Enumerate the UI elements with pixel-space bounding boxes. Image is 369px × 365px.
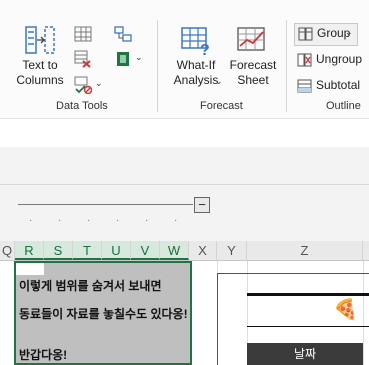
subtotal-button[interactable]: Subtotal [294, 76, 369, 96]
column-header-s[interactable]: S [44, 241, 73, 260]
svg-text:?: ? [200, 42, 210, 56]
text-to-columns-icon [25, 26, 55, 54]
ungroup-button[interactable]: Ungroup [294, 50, 369, 70]
column-header-q[interactable]: Q [0, 241, 15, 260]
ungroup-icon [297, 53, 312, 67]
column-header-r[interactable]: R [15, 241, 44, 260]
what-if-analysis-button[interactable]: ? What-If Analysis ⌄ [166, 24, 226, 96]
column-header-t[interactable]: T [73, 241, 102, 260]
subtotal-icon [297, 79, 312, 93]
data-validation-icon[interactable] [74, 76, 92, 94]
data-model-icon[interactable] [114, 50, 132, 68]
group-icon [298, 27, 313, 41]
column-header-w[interactable]: W [160, 241, 189, 260]
outline-dot: · [174, 215, 178, 226]
outline-bar: − · · · · · · [0, 184, 369, 241]
text-to-columns-button[interactable]: Text to Columns [10, 24, 70, 96]
ribbon: Text to Columns ⌄ ⌄ Data Tools ? What-If… [0, 0, 369, 118]
cell-text-line3[interactable]: 반갑다옹! [19, 346, 67, 363]
outline-group-line [18, 204, 193, 205]
outline-group-label: Outline [326, 100, 361, 112]
remove-duplicates-icon[interactable] [74, 50, 92, 68]
ribbon-separator [286, 20, 287, 112]
cell-text-line2[interactable]: 동료들이 자료를 놓칠수도 있다옹! [19, 305, 188, 322]
outline-collapse-button[interactable]: − [194, 197, 210, 213]
what-if-analysis-icon: ? [181, 27, 210, 56]
table-divider [247, 326, 369, 327]
column-header-y[interactable]: Y [217, 241, 247, 260]
formula-bar[interactable] [0, 118, 369, 148]
selected-range-cell [16, 263, 44, 275]
outline-dot: · [29, 215, 33, 226]
what-if-dropdown-icon[interactable]: ⌄ [215, 76, 223, 87]
text-to-columns-label: Text to Columns [16, 58, 64, 87]
ungroup-button-label: Ungroup [316, 52, 363, 66]
pizza-emoji: 🍕 [333, 299, 358, 321]
ribbon-separator [157, 20, 158, 112]
flash-fill-icon[interactable] [74, 26, 92, 42]
date-header-label: 날짜 [293, 347, 317, 361]
column-header-z[interactable]: Z [247, 241, 363, 260]
group-dropdown-icon[interactable]: ⌄ [345, 27, 353, 38]
forecast-group-label: Forecast [200, 100, 243, 112]
subtotal-button-label: Subtotal [316, 78, 361, 92]
column-header-x[interactable]: X [189, 241, 217, 260]
sheet-top-gap [0, 147, 369, 184]
data-tools-group-label: Data Tools [56, 100, 108, 112]
forecast-sheet-label: Forecast Sheet [229, 58, 277, 87]
column-headers: Q R S T U V W X Y Z [0, 241, 369, 261]
outline-dot: · [145, 215, 149, 226]
forecast-sheet-icon [237, 27, 265, 51]
outline-dot: · [58, 215, 62, 226]
column-header-u[interactable]: U [102, 241, 131, 260]
forecast-sheet-button[interactable]: Forecast Sheet [226, 24, 280, 96]
data-model-dropdown-icon[interactable]: ⌄ [135, 52, 143, 63]
outline-dot: · [116, 215, 120, 226]
date-header-cell[interactable]: 날짜 [247, 343, 363, 365]
table-divider [247, 293, 369, 296]
column-header-v[interactable]: V [131, 241, 160, 260]
outline-dot: · [87, 215, 91, 226]
cell-text-line1[interactable]: 이렇게 범위를 숨겨서 보내면 [19, 277, 161, 294]
outline-collapse-label: − [198, 197, 206, 212]
data-validation-dropdown-icon[interactable]: ⌄ [95, 78, 103, 89]
relationships-icon[interactable] [114, 26, 132, 42]
